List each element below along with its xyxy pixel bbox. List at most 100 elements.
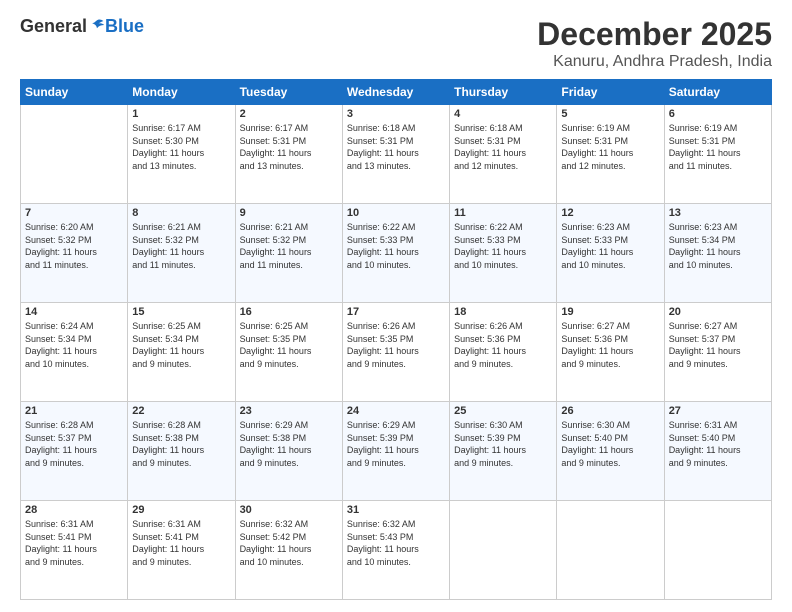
calendar-cell: 30 Sunrise: 6:32 AM Sunset: 5:42 PM Dayli… [235,501,342,600]
calendar-cell: 2 Sunrise: 6:17 AM Sunset: 5:31 PM Daylig… [235,105,342,204]
day-number: 7 [25,207,123,219]
day-info: Sunrise: 6:29 AM Sunset: 5:38 PM Dayligh… [240,419,338,469]
calendar-table: SundayMondayTuesdayWednesdayThursdayFrid… [20,79,772,600]
day-number: 23 [240,405,338,417]
calendar-cell: 5 Sunrise: 6:19 AM Sunset: 5:31 PM Daylig… [557,105,664,204]
calendar-cell: 14 Sunrise: 6:24 AM Sunset: 5:34 PM Dayli… [21,303,128,402]
day-info: Sunrise: 6:25 AM Sunset: 5:35 PM Dayligh… [240,320,338,370]
calendar-week-1: 1 Sunrise: 6:17 AM Sunset: 5:30 PM Daylig… [21,105,772,204]
day-info: Sunrise: 6:19 AM Sunset: 5:31 PM Dayligh… [561,122,659,172]
calendar-cell: 13 Sunrise: 6:23 AM Sunset: 5:34 PM Dayli… [664,204,771,303]
day-info: Sunrise: 6:18 AM Sunset: 5:31 PM Dayligh… [347,122,445,172]
day-info: Sunrise: 6:21 AM Sunset: 5:32 PM Dayligh… [240,221,338,271]
calendar-cell: 3 Sunrise: 6:18 AM Sunset: 5:31 PM Daylig… [342,105,449,204]
day-info: Sunrise: 6:26 AM Sunset: 5:36 PM Dayligh… [454,320,552,370]
day-number: 11 [454,207,552,219]
calendar-cell: 22 Sunrise: 6:28 AM Sunset: 5:38 PM Dayli… [128,402,235,501]
weekday-header-sunday: Sunday [21,80,128,105]
calendar-cell: 6Sunrise: 6:19 AM Sunset: 5:31 PM Daylig… [664,105,771,204]
location-subtitle: Kanuru, Andhra Pradesh, India [537,53,772,71]
day-number: 6 [669,108,767,120]
day-number: 10 [347,207,445,219]
day-number: 18 [454,306,552,318]
calendar-week-5: 28 Sunrise: 6:31 AM Sunset: 5:41 PM Dayli… [21,501,772,600]
day-info: Sunrise: 6:30 AM Sunset: 5:40 PM Dayligh… [561,419,659,469]
calendar-cell [664,501,771,600]
month-year-title: December 2025 [537,16,772,53]
calendar-cell: 24 Sunrise: 6:29 AM Sunset: 5:39 PM Dayli… [342,402,449,501]
day-number: 4 [454,108,552,120]
weekday-header-tuesday: Tuesday [235,80,342,105]
title-block: December 2025 Kanuru, Andhra Pradesh, In… [537,16,772,71]
calendar-cell: 19 Sunrise: 6:27 AM Sunset: 5:36 PM Dayli… [557,303,664,402]
calendar-cell: 15Sunrise: 6:25 AM Sunset: 5:34 PM Dayli… [128,303,235,402]
weekday-header-wednesday: Wednesday [342,80,449,105]
calendar-cell: 12 Sunrise: 6:23 AM Sunset: 5:33 PM Dayli… [557,204,664,303]
day-info: Sunrise: 6:21 AM Sunset: 5:32 PM Dayligh… [132,221,230,271]
day-number: 3 [347,108,445,120]
day-info: Sunrise: 6:18 AM Sunset: 5:31 PM Dayligh… [454,122,552,172]
day-info: Sunrise: 6:17 AM Sunset: 5:31 PM Dayligh… [240,122,338,172]
day-number: 25 [454,405,552,417]
day-number: 9 [240,207,338,219]
calendar-cell: 27Sunrise: 6:31 AM Sunset: 5:40 PM Dayli… [664,402,771,501]
day-number: 24 [347,405,445,417]
day-number: 31 [347,504,445,516]
day-number: 15 [132,306,230,318]
day-number: 5 [561,108,659,120]
day-info: Sunrise: 6:26 AM Sunset: 5:35 PM Dayligh… [347,320,445,370]
day-number: 26 [561,405,659,417]
day-number: 13 [669,207,767,219]
day-number: 16 [240,306,338,318]
day-info: Sunrise: 6:17 AM Sunset: 5:30 PM Dayligh… [132,122,230,172]
calendar-cell: 20Sunrise: 6:27 AM Sunset: 5:37 PM Dayli… [664,303,771,402]
weekday-header-saturday: Saturday [664,80,771,105]
day-info: Sunrise: 6:23 AM Sunset: 5:33 PM Dayligh… [561,221,659,271]
calendar-cell: 1 Sunrise: 6:17 AM Sunset: 5:30 PM Daylig… [128,105,235,204]
day-number: 14 [25,306,123,318]
calendar-week-2: 7Sunrise: 6:20 AM Sunset: 5:32 PM Daylig… [21,204,772,303]
calendar-cell: 9 Sunrise: 6:21 AM Sunset: 5:32 PM Daylig… [235,204,342,303]
day-number: 22 [132,405,230,417]
day-info: Sunrise: 6:32 AM Sunset: 5:43 PM Dayligh… [347,518,445,568]
calendar-cell [557,501,664,600]
day-info: Sunrise: 6:32 AM Sunset: 5:42 PM Dayligh… [240,518,338,568]
calendar-cell [450,501,557,600]
calendar-cell [21,105,128,204]
day-number: 12 [561,207,659,219]
day-info: Sunrise: 6:27 AM Sunset: 5:36 PM Dayligh… [561,320,659,370]
logo-general: General [20,16,105,37]
calendar-cell: 8 Sunrise: 6:21 AM Sunset: 5:32 PM Daylig… [128,204,235,303]
weekday-header-thursday: Thursday [450,80,557,105]
day-info: Sunrise: 6:22 AM Sunset: 5:33 PM Dayligh… [454,221,552,271]
day-number: 1 [132,108,230,120]
calendar-week-4: 21 Sunrise: 6:28 AM Sunset: 5:37 PM Dayli… [21,402,772,501]
calendar-cell: 28 Sunrise: 6:31 AM Sunset: 5:41 PM Dayli… [21,501,128,600]
calendar-cell: 17 Sunrise: 6:26 AM Sunset: 5:35 PM Dayli… [342,303,449,402]
calendar-cell: 21 Sunrise: 6:28 AM Sunset: 5:37 PM Dayli… [21,402,128,501]
day-number: 17 [347,306,445,318]
day-number: 29 [132,504,230,516]
day-number: 19 [561,306,659,318]
day-info: Sunrise: 6:28 AM Sunset: 5:38 PM Dayligh… [132,419,230,469]
day-number: 2 [240,108,338,120]
day-info: Sunrise: 6:22 AM Sunset: 5:33 PM Dayligh… [347,221,445,271]
calendar-cell: 25 Sunrise: 6:30 AM Sunset: 5:39 PM Dayli… [450,402,557,501]
day-info: Sunrise: 6:31 AM Sunset: 5:41 PM Dayligh… [25,518,123,568]
day-number: 28 [25,504,123,516]
day-info: Sunrise: 6:24 AM Sunset: 5:34 PM Dayligh… [25,320,123,370]
weekday-header-friday: Friday [557,80,664,105]
day-info: Sunrise: 6:28 AM Sunset: 5:37 PM Dayligh… [25,419,123,469]
calendar-header-row: SundayMondayTuesdayWednesdayThursdayFrid… [21,80,772,105]
calendar-cell: 23 Sunrise: 6:29 AM Sunset: 5:38 PM Dayli… [235,402,342,501]
day-number: 21 [25,405,123,417]
day-number: 8 [132,207,230,219]
day-number: 30 [240,504,338,516]
calendar-cell: 18 Sunrise: 6:26 AM Sunset: 5:36 PM Dayli… [450,303,557,402]
day-info: Sunrise: 6:23 AM Sunset: 5:34 PM Dayligh… [669,221,767,271]
day-info: Sunrise: 6:30 AM Sunset: 5:39 PM Dayligh… [454,419,552,469]
day-info: Sunrise: 6:29 AM Sunset: 5:39 PM Dayligh… [347,419,445,469]
calendar-cell: 7Sunrise: 6:20 AM Sunset: 5:32 PM Daylig… [21,204,128,303]
day-info: Sunrise: 6:27 AM Sunset: 5:37 PM Dayligh… [669,320,767,370]
calendar-cell: 29Sunrise: 6:31 AM Sunset: 5:41 PM Dayli… [128,501,235,600]
